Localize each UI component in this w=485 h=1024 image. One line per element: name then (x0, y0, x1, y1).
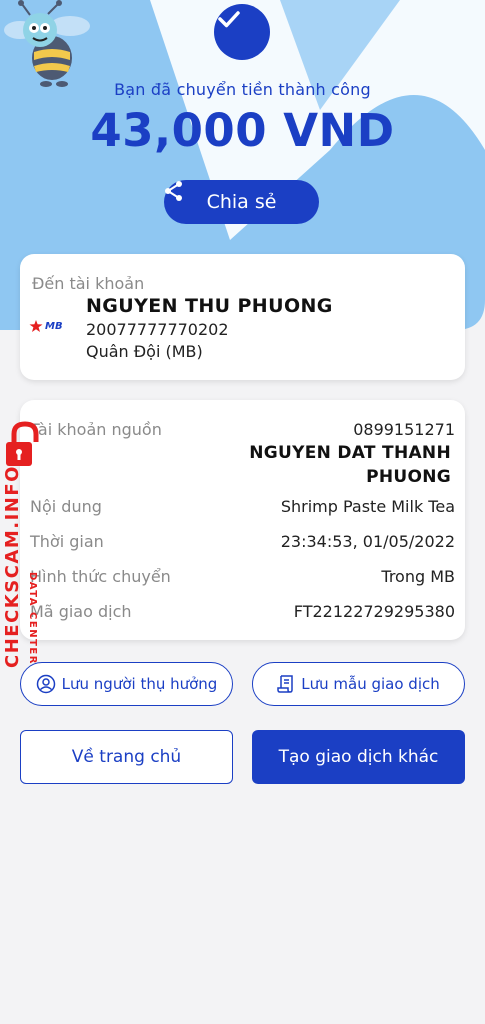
method-value: Trong MB (381, 567, 455, 586)
source-name-line1: NGUYEN DAT THANH (249, 443, 451, 463)
share-button[interactable]: Chia sẻ (164, 180, 319, 224)
recipient-account: 20077777770202 (86, 320, 229, 339)
success-check-icon (214, 4, 270, 60)
mb-star-icon (29, 320, 43, 332)
recipient-bank: Quân Đội (MB) (86, 342, 203, 361)
mb-logo-text: MB (45, 320, 63, 332)
time-value: 23:34:53, 01/05/2022 (280, 532, 455, 551)
watermark-sub-text: DATA CENTER (27, 572, 38, 665)
share-icon (165, 181, 182, 201)
save-beneficiary-label: Lưu người thụ hưởng (61, 675, 218, 693)
mb-bank-logo: MB (29, 320, 63, 332)
source-account-name: NGUYEN DAT THANH PHUONG (249, 441, 451, 489)
content-value: Shrimp Paste Milk Tea (280, 497, 455, 516)
home-button[interactable]: Về trang chủ (20, 730, 233, 784)
transaction-details-card: Tài khoản nguồn 0899151271 NGUYEN DAT TH… (20, 400, 465, 640)
source-name-line2: PHUONG (366, 467, 451, 487)
checkscam-watermark: CHECKSCAM.INFO DATA CENTER (0, 420, 52, 668)
save-template-label: Lưu mẫu giao dịch (301, 675, 440, 693)
bee-mascot-icon (4, 0, 90, 87)
save-beneficiary-button[interactable]: Lưu người thụ hưởng (20, 662, 233, 706)
document-icon (277, 675, 293, 693)
destination-label: Đến tài khoản (32, 274, 145, 293)
lock-icon (6, 421, 39, 466)
watermark-main-text: CHECKSCAM.INFO (2, 465, 23, 668)
new-transaction-button[interactable]: Tạo giao dịch khác (252, 730, 465, 784)
recipient-name: NGUYEN THU PHUONG (86, 295, 333, 317)
transaction-id-value: FT22122729295380 (293, 602, 455, 621)
transfer-amount: 43,000 VND (90, 104, 395, 157)
user-circle-icon (36, 674, 55, 694)
destination-card: Đến tài khoản MB NGUYEN THU PHUONG 20077… (20, 254, 465, 380)
save-template-button[interactable]: Lưu mẫu giao dịch (252, 662, 465, 706)
source-account-value: 0899151271 (353, 420, 455, 439)
share-label: Chia sẻ (206, 191, 277, 213)
